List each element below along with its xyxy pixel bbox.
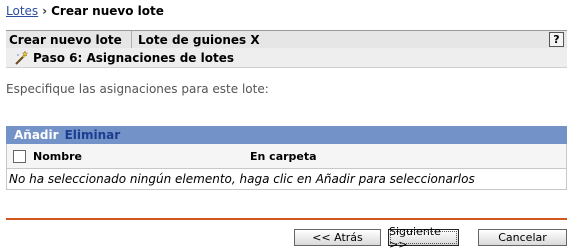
back-button[interactable]: << Atrás bbox=[294, 229, 381, 246]
step-title: Paso 6: Asignaciones de lotes bbox=[33, 50, 234, 65]
wizard-title: Crear nuevo lote bbox=[6, 31, 132, 48]
empty-message: No ha seleccionado ningún elemento, haga… bbox=[6, 169, 567, 190]
wand-icon bbox=[15, 49, 29, 65]
column-header-folder[interactable]: En carpeta bbox=[250, 150, 317, 163]
instructions-text: Especifique las asignaciones para este l… bbox=[6, 82, 269, 96]
help-button[interactable]: ? bbox=[549, 32, 564, 47]
breadcrumb-current: Crear nuevo lote bbox=[51, 4, 164, 18]
chevron-right-icon: › bbox=[42, 4, 48, 18]
cancel-button[interactable]: Cancelar bbox=[478, 229, 567, 246]
select-all-checkbox[interactable] bbox=[13, 149, 26, 163]
step-bar: Paso 6: Asignaciones de lotes bbox=[6, 48, 567, 68]
footer-divider bbox=[6, 218, 567, 220]
assignments-table: Añadir Eliminar Nombre En carpeta No ha … bbox=[6, 126, 567, 190]
add-button[interactable]: Añadir bbox=[14, 128, 59, 142]
wizard-header: Crear nuevo lote Lote de guiones X ? bbox=[6, 30, 567, 49]
column-header-name[interactable]: Nombre bbox=[33, 150, 82, 163]
next-button[interactable]: Siguiente >> bbox=[388, 225, 459, 251]
table-toolbar: Añadir Eliminar bbox=[6, 126, 567, 144]
wizard-subtitle: Lote de guiones X bbox=[138, 32, 260, 47]
breadcrumb-lotes-link[interactable]: Lotes bbox=[6, 4, 38, 18]
table-header-row: Nombre En carpeta bbox=[6, 144, 567, 169]
remove-button[interactable]: Eliminar bbox=[65, 128, 121, 142]
breadcrumb: Lotes › Crear nuevo lote bbox=[6, 4, 164, 20]
